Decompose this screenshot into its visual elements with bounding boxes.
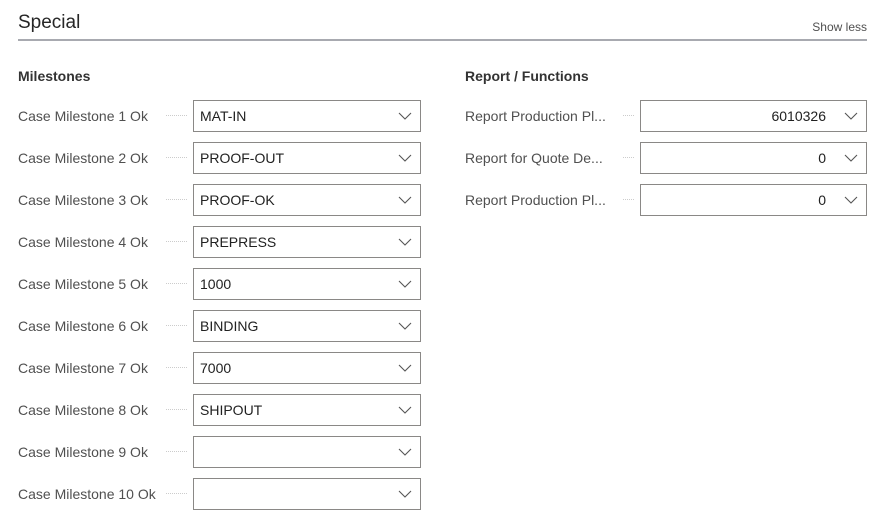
chevron-down-icon[interactable]	[390, 112, 420, 120]
leader-dots	[166, 451, 187, 453]
milestone-row: Case Milestone 6 Ok BINDING	[18, 305, 421, 347]
milestone-row: Case Milestone 7 Ok 7000	[18, 347, 421, 389]
leader-dots	[623, 115, 634, 117]
chevron-down-icon[interactable]	[390, 406, 420, 414]
milestone-row: Case Milestone 8 Ok SHIPOUT	[18, 389, 421, 431]
report-row: Report for Quote De... 0	[465, 137, 867, 179]
section-divider	[18, 39, 867, 41]
leader-dots	[166, 493, 187, 495]
report-row: Report Production Pl... 6010326	[465, 95, 867, 137]
milestones-group: Milestones Case Milestone 1 Ok MAT-IN Ca…	[18, 68, 421, 515]
leader-dots	[166, 325, 187, 327]
milestone-label: Case Milestone 6 Ok	[18, 318, 148, 334]
report-dropdown[interactable]: 0	[640, 142, 867, 174]
milestone-label: Case Milestone 4 Ok	[18, 234, 148, 250]
milestone-value: SHIPOUT	[200, 402, 263, 418]
leader-dots	[166, 199, 187, 201]
milestone-label: Case Milestone 3 Ok	[18, 192, 148, 208]
milestone-value: MAT-IN	[200, 108, 247, 124]
milestone-value: PREPRESS	[200, 234, 277, 250]
report-value: 0	[818, 150, 826, 166]
reports-group: Report / Functions Report Production Pl.…	[465, 68, 867, 221]
milestone-value: BINDING	[200, 318, 259, 334]
chevron-down-icon[interactable]	[390, 154, 420, 162]
reports-heading: Report / Functions	[465, 68, 589, 84]
milestone-row: Case Milestone 2 Ok PROOF-OUT	[18, 137, 421, 179]
chevron-down-icon[interactable]	[390, 448, 420, 456]
milestone-dropdown[interactable]: PROOF-OK	[193, 184, 421, 216]
report-label: Report for Quote De...	[465, 150, 603, 166]
milestone-row: Case Milestone 3 Ok PROOF-OK	[18, 179, 421, 221]
leader-dots	[166, 367, 187, 369]
milestone-value: 7000	[200, 360, 232, 376]
milestone-label: Case Milestone 8 Ok	[18, 402, 148, 418]
chevron-down-icon[interactable]	[836, 196, 866, 204]
milestone-dropdown[interactable]	[193, 436, 421, 468]
milestone-row: Case Milestone 10 Ok	[18, 473, 421, 515]
milestone-label: Case Milestone 5 Ok	[18, 276, 148, 292]
milestone-label: Case Milestone 2 Ok	[18, 150, 148, 166]
milestone-label: Case Milestone 7 Ok	[18, 360, 148, 376]
report-value: 0	[818, 192, 826, 208]
leader-dots	[166, 283, 187, 285]
milestone-value: 1000	[200, 276, 232, 292]
report-row: Report Production Pl... 0	[465, 179, 867, 221]
milestone-row: Case Milestone 4 Ok PREPRESS	[18, 221, 421, 263]
chevron-down-icon[interactable]	[836, 154, 866, 162]
report-dropdown[interactable]: 6010326	[640, 100, 867, 132]
leader-dots	[623, 199, 634, 201]
chevron-down-icon[interactable]	[390, 364, 420, 372]
report-label: Report Production Pl...	[465, 108, 606, 124]
milestone-dropdown[interactable]: PROOF-OUT	[193, 142, 421, 174]
chevron-down-icon[interactable]	[390, 238, 420, 246]
milestone-dropdown[interactable]: PREPRESS	[193, 226, 421, 258]
leader-dots	[166, 241, 187, 243]
milestone-dropdown[interactable]: 1000	[193, 268, 421, 300]
section-title: Special	[18, 12, 81, 33]
milestone-row: Case Milestone 5 Ok 1000	[18, 263, 421, 305]
report-dropdown[interactable]: 0	[640, 184, 867, 216]
leader-dots	[623, 157, 634, 159]
leader-dots	[166, 157, 187, 159]
leader-dots	[166, 409, 187, 411]
milestone-dropdown[interactable]: BINDING	[193, 310, 421, 342]
leader-dots	[166, 115, 187, 117]
milestone-value: PROOF-OUT	[200, 150, 284, 166]
milestone-dropdown[interactable]	[193, 478, 421, 510]
milestone-label: Case Milestone 10 Ok	[18, 486, 156, 502]
chevron-down-icon[interactable]	[836, 112, 866, 120]
report-value: 6010326	[771, 108, 826, 124]
chevron-down-icon[interactable]	[390, 490, 420, 498]
milestone-dropdown[interactable]: 7000	[193, 352, 421, 384]
milestone-value: PROOF-OK	[200, 192, 275, 208]
milestone-label: Case Milestone 9 Ok	[18, 444, 148, 460]
report-label: Report Production Pl...	[465, 192, 606, 208]
milestone-dropdown[interactable]: SHIPOUT	[193, 394, 421, 426]
milestone-label: Case Milestone 1 Ok	[18, 108, 148, 124]
chevron-down-icon[interactable]	[390, 280, 420, 288]
chevron-down-icon[interactable]	[390, 322, 420, 330]
milestone-row: Case Milestone 9 Ok	[18, 431, 421, 473]
milestones-heading: Milestones	[18, 68, 91, 84]
milestone-row: Case Milestone 1 Ok MAT-IN	[18, 95, 421, 137]
show-less-link[interactable]: Show less	[812, 20, 867, 34]
chevron-down-icon[interactable]	[390, 196, 420, 204]
milestone-dropdown[interactable]: MAT-IN	[193, 100, 421, 132]
